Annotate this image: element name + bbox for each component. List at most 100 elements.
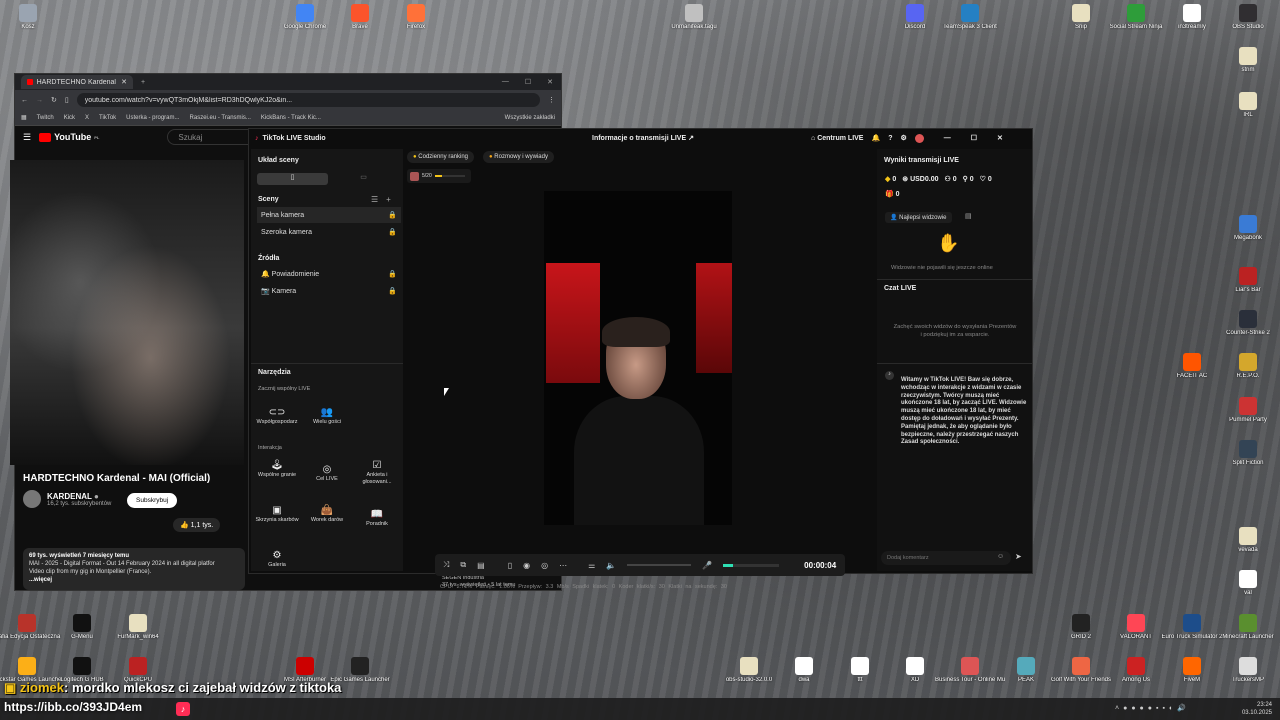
bookmark-item[interactable]: TikTok — [99, 115, 116, 121]
more-icon[interactable]: ⋯ — [559, 561, 567, 570]
desktop-icon[interactable]: Firefox — [381, 4, 451, 30]
all-bookmarks[interactable]: Wszystkie zakładki — [505, 115, 555, 121]
daily-ranking-chip[interactable]: ● Codzienny ranking — [407, 151, 474, 163]
desktop-icon[interactable]: val — [1213, 570, 1280, 596]
record-icon[interactable]: ◉ — [523, 561, 530, 570]
layers-icon[interactable]: ⧉ — [460, 560, 466, 570]
desktop-icon[interactable]: vevada — [1213, 527, 1280, 553]
tab-close-icon[interactable]: ✕ — [121, 78, 127, 86]
cohost-tool[interactable]: ⊂⊃ Współgospodarz — [255, 408, 299, 426]
camera-preview[interactable] — [544, 191, 732, 525]
close-window-icon[interactable]: ✕ — [997, 134, 1003, 142]
mic-level-slider[interactable] — [723, 563, 780, 567]
horizontal-layout-button[interactable]: ▭ — [328, 173, 399, 185]
live-center-button[interactable]: ⌂ Centrum LIVE — [811, 135, 863, 142]
like-button[interactable]: 👍 1,1 tys. — [173, 518, 221, 532]
stream-info-title[interactable]: Informacje o transmisji LIVE ↗ — [592, 134, 694, 142]
vertical-layout-button[interactable]: ▯ — [257, 173, 328, 185]
phone-icon[interactable]: ▯ — [508, 561, 512, 570]
live-goal-widget[interactable]: 5/20 — [407, 169, 471, 183]
lock-icon[interactable]: 🔒 — [388, 287, 397, 295]
shared-game-tool[interactable]: 🕹 Wspólne granie — [255, 461, 299, 479]
desktop-icon[interactable]: Counter-Strike 2 — [1213, 310, 1280, 336]
subscribe-button[interactable]: Subskrybuj — [127, 493, 178, 508]
volume-slider[interactable] — [627, 564, 692, 566]
desktop-icon[interactable]: FurMark_win64 — [103, 614, 173, 640]
clock[interactable]: 23:24 03.10.2025 — [1242, 701, 1272, 717]
close-window-icon[interactable]: ✕ — [547, 78, 553, 86]
apps-icon[interactable]: ▦ — [21, 114, 27, 121]
top-viewers-tab[interactable]: 👤 Najlepsi widzowie — [885, 212, 952, 223]
more-link[interactable]: ...więcej — [29, 577, 52, 583]
mic-icon[interactable]: 🎤 — [702, 561, 712, 570]
maximize-icon[interactable]: ☐ — [525, 78, 531, 86]
gift-bag-tool[interactable]: 👜 Worek darów — [305, 506, 349, 524]
bookmark-item[interactable]: Twitch — [37, 115, 54, 121]
lock-icon[interactable]: 🔒 — [388, 270, 397, 278]
youtube-video-player[interactable] — [10, 160, 244, 465]
bookmark-item[interactable]: Usterka - program... — [126, 115, 179, 121]
desktop-icon[interactable]: OBS Studio — [1213, 4, 1280, 30]
scene-item[interactable]: Szeroka kamera 🔒 — [257, 224, 401, 240]
avatar[interactable] — [23, 490, 41, 508]
equalizer-icon[interactable]: ⚌ — [588, 561, 595, 570]
minimize-icon[interactable]: — — [944, 135, 951, 142]
camera-switch-icon[interactable]: ◎ — [541, 561, 548, 570]
desktop-icon[interactable]: TeamSpeak 3 Client — [935, 4, 1005, 30]
back-icon[interactable]: ← — [21, 97, 28, 104]
bookmark-item[interactable]: X — [85, 115, 89, 121]
maximize-icon[interactable]: ☐ — [971, 134, 977, 142]
avatar[interactable] — [914, 133, 924, 143]
desktop-icon[interactable]: Unmanifeak.tagu — [659, 4, 729, 30]
desktop-icon[interactable]: Pummel Party — [1213, 397, 1280, 423]
desktop-icon[interactable]: Megabonk — [1213, 215, 1280, 241]
bookmark-item[interactable]: Raszei.eu - Transmis... — [190, 115, 251, 121]
volume-icon[interactable]: 🔈 — [606, 561, 616, 570]
comment-input[interactable]: Dodaj komentarz — [881, 551, 1011, 565]
desktop-icon[interactable]: Minecraft Launcher — [1213, 614, 1280, 640]
multi-guest-tool[interactable]: 👥 Wielu gości — [305, 408, 349, 426]
desktop-icon[interactable]: R.E.P.O. — [1213, 353, 1280, 379]
browser-tab[interactable]: HARDTECHNO Kardenal - MAI ✕ — [21, 75, 133, 89]
lock-icon[interactable]: 🔒 — [388, 228, 397, 236]
extensions-icon[interactable]: ⋮ — [548, 96, 555, 104]
channel-name[interactable]: KARDENAL ● — [47, 492, 111, 501]
desktop-icon[interactable]: strim — [1213, 47, 1280, 73]
scene-item[interactable]: Pełna kamera 🔒 — [257, 207, 401, 223]
screen-icon[interactable]: ▤ — [477, 561, 485, 570]
gallery-tool[interactable]: ⚙ Galeria — [255, 551, 299, 569]
poll-tool[interactable]: ☑ Ankieta i głosowani... — [355, 461, 399, 486]
gear-icon[interactable]: ⚙ — [900, 134, 906, 142]
tiktok-app-icon[interactable]: ♪ — [176, 702, 190, 716]
desktop-icon[interactable]: TruckersMP — [1213, 657, 1280, 683]
source-item[interactable]: 📷 Kamera 🔒 — [257, 283, 401, 299]
menu-icon[interactable]: ☰ — [23, 132, 31, 143]
share-icon[interactable]: ↗ — [688, 135, 694, 142]
send-icon[interactable]: ➤ — [1015, 552, 1022, 561]
minimize-icon[interactable]: — — [502, 78, 509, 86]
talk-category-chip[interactable]: ● Rozmowy i wywiady — [483, 151, 554, 163]
help-icon[interactable]: ? — [888, 135, 892, 142]
desktop-icon[interactable]: Split Fiction — [1213, 440, 1280, 466]
bookmark-item[interactable]: KickBans - Track Kic... — [261, 115, 321, 121]
treasure-chest-tool[interactable]: ▣ Skrzynia skarbów — [255, 506, 299, 524]
youtube-logo[interactable]: YouTube PL — [39, 132, 99, 142]
list-icon[interactable]: ☰ — [371, 195, 378, 204]
lock-icon[interactable]: 🔒 — [388, 211, 397, 219]
guide-tool[interactable]: 📖 Poradnik — [355, 510, 399, 528]
shuffle-icon[interactable]: ⤨ — [443, 560, 449, 570]
add-scene-icon[interactable]: + — [386, 195, 391, 204]
bookmark-item[interactable]: Kick — [64, 115, 75, 121]
desktop-icon[interactable]: IRL — [1213, 92, 1280, 118]
new-tab-icon[interactable]: + — [141, 79, 145, 86]
forward-icon[interactable]: → — [36, 97, 43, 104]
reload-icon[interactable]: ↻ — [51, 96, 57, 104]
list-icon[interactable]: ▤ — [965, 212, 972, 220]
source-item[interactable]: 🔔 Powiadomienie 🔒 — [257, 266, 401, 282]
url-field[interactable]: youtube.com/watch?v=vywQT3mOkjM&list=RD3… — [76, 93, 540, 107]
bookmark-icon[interactable]: ▯ — [65, 96, 69, 104]
video-description[interactable]: 69 tys. wyświetleń 7 miesięcy temu MAI -… — [23, 548, 245, 590]
desktop-icon[interactable]: Liar's Bar — [1213, 267, 1280, 293]
emoji-icon[interactable]: ☺ — [997, 553, 1004, 560]
desktop-icon[interactable]: Kosz — [0, 4, 63, 30]
